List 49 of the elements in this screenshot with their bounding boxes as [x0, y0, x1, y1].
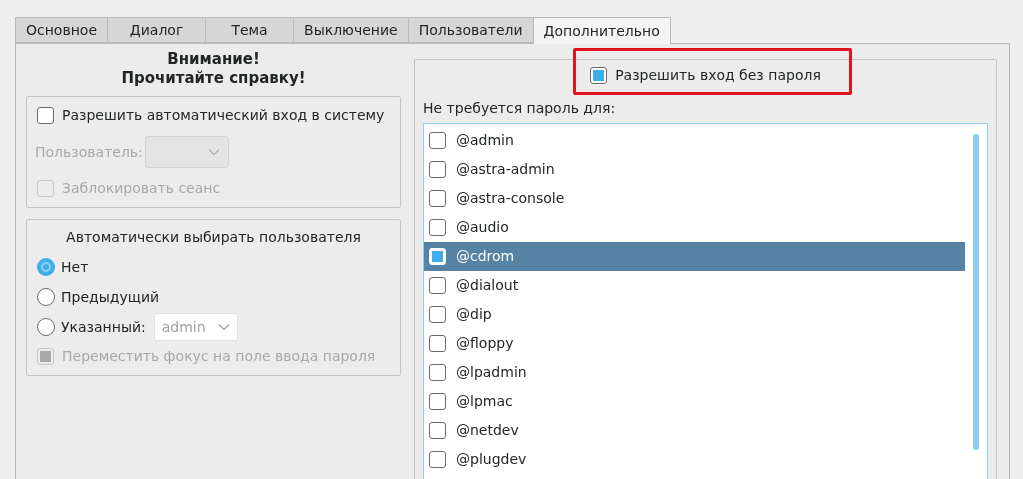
warning-text: Прочитайте справку!: [121, 69, 306, 88]
radio-label: Нет: [61, 257, 89, 277]
tab[interactable]: Выключение: [294, 17, 409, 43]
radio-button[interactable]: [37, 318, 55, 336]
tab[interactable]: Тема: [206, 17, 295, 43]
tab[interactable]: Пользователи: [408, 17, 534, 43]
list-item[interactable]: @plugdev: [424, 445, 965, 474]
list-item[interactable]: @audio: [424, 213, 965, 242]
tab[interactable]: Диалог: [108, 17, 207, 43]
tab[interactable]: Основное: [15, 17, 109, 43]
checkbox-label: Переместить фокус на поле ввода пароля: [62, 347, 376, 366]
warning-text: Внимание!: [167, 50, 260, 69]
checkbox[interactable]: [37, 107, 54, 124]
list-label: Не требуется пароль для:: [423, 99, 617, 118]
chevron-down-icon: [207, 148, 220, 156]
list-item[interactable]: @astra-console: [424, 184, 965, 213]
list-item[interactable]: @cdrom: [424, 242, 965, 271]
checkbox[interactable]: [429, 219, 446, 236]
radio-label: Предыдущий: [61, 287, 160, 307]
radio-button[interactable]: [37, 258, 55, 276]
list-item[interactable]: @admin: [424, 126, 965, 155]
checkbox-label: Разрешить вход без пароля: [615, 65, 821, 85]
radio-button[interactable]: [37, 288, 55, 306]
list-item[interactable]: @astra-admin: [424, 155, 965, 184]
checkbox[interactable]: [429, 132, 446, 149]
list-item[interactable]: @netdev: [424, 416, 965, 445]
list-item[interactable]: @lpmac: [424, 387, 965, 416]
checkbox[interactable]: [429, 422, 446, 439]
checkbox-label: Разрешить автоматический вход в систему: [62, 106, 385, 125]
tab[interactable]: Дополнительно: [533, 17, 671, 44]
scrollbar-handle[interactable]: [973, 134, 979, 450]
checkbox[interactable]: [429, 190, 446, 207]
checkbox[interactable]: [429, 364, 446, 381]
checkbox[interactable]: [590, 66, 608, 84]
chevron-down-icon: [217, 323, 230, 331]
list-item[interactable]: @dialout: [424, 271, 965, 300]
checkbox[interactable]: [429, 306, 446, 323]
checkbox[interactable]: [429, 393, 446, 410]
checkbox[interactable]: [429, 335, 446, 352]
radio-label: Указанный:: [61, 317, 146, 337]
group-title: Автоматически выбирать пользователя: [66, 228, 361, 247]
checkbox[interactable]: [429, 451, 446, 468]
list-item[interactable]: @floppy: [424, 329, 965, 358]
checkbox-label: Заблокировать сеанс: [62, 179, 221, 198]
user-label: Пользователь:: [35, 142, 143, 162]
checkbox[interactable]: [429, 277, 446, 294]
list-item[interactable]: @lpadmin: [424, 358, 965, 387]
list-item[interactable]: @dip: [424, 300, 965, 329]
checkbox[interactable]: [429, 161, 446, 178]
